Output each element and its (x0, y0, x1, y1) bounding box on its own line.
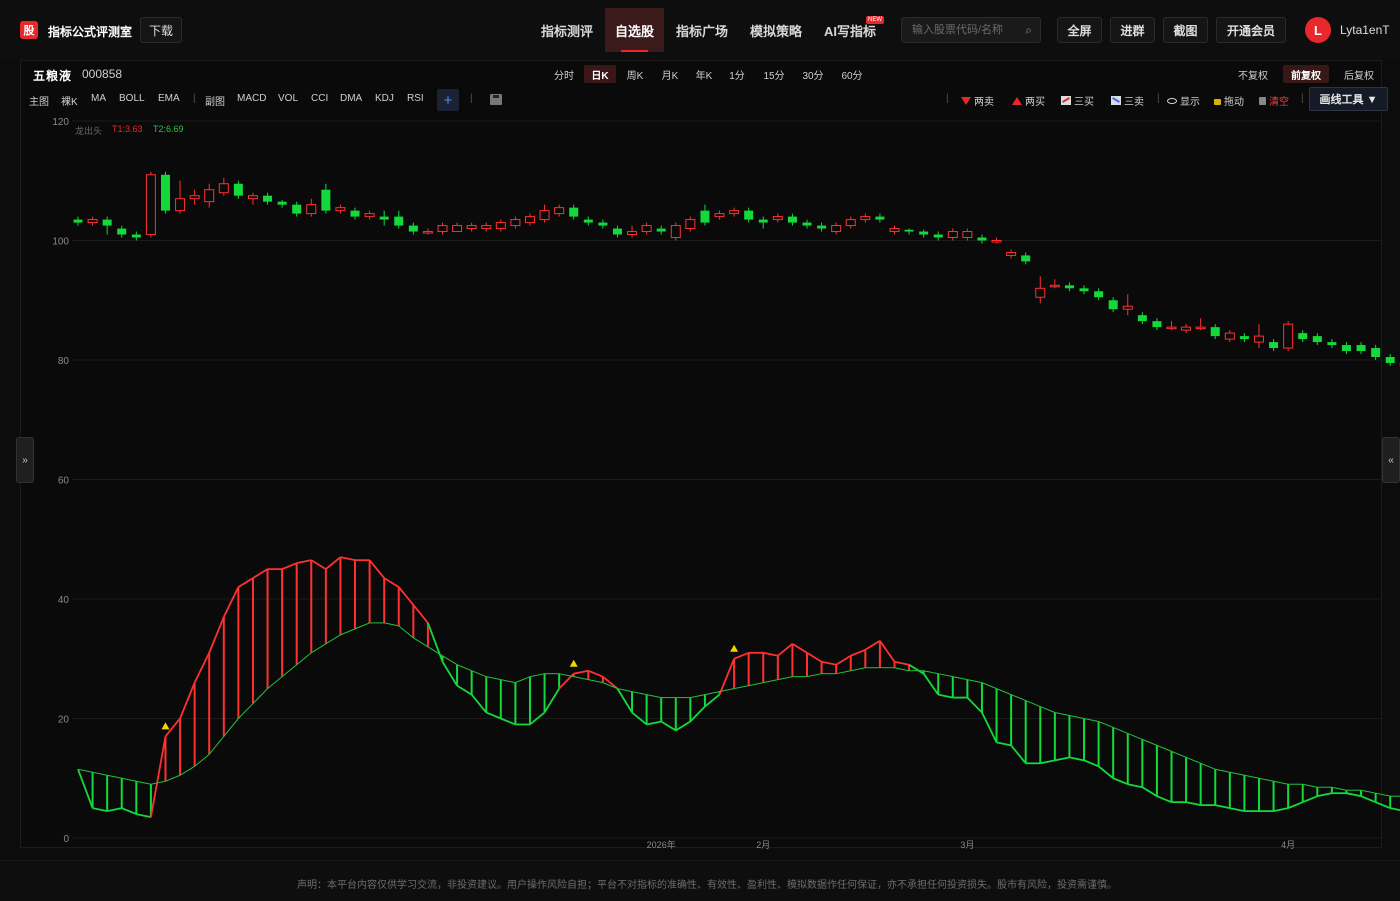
toolbar-separator: | (946, 93, 949, 104)
ind-bare-k[interactable]: 裸K (61, 93, 78, 108)
signal-three-buy[interactable]: 三买 (1061, 93, 1094, 108)
stock-search[interactable]: ⌕ (901, 17, 1041, 43)
search-icon[interactable]: ⌕ (1025, 23, 1032, 38)
signal-label: 三卖 (1124, 97, 1144, 108)
stock-name: 五粮液 (33, 69, 73, 83)
toggle-show[interactable]: 显示 (1167, 93, 1200, 108)
disclaimer-text: 声明：本平台内容仅供学习交流，非投资建议。用户操作风险自担；平台不对指标的准确性… (297, 880, 1117, 891)
adjust-none[interactable]: 不复权 (1233, 65, 1273, 83)
lock-icon (1214, 98, 1221, 105)
legend-name: 龙出头 (75, 126, 103, 136)
period-15min[interactable]: 15分 (759, 65, 789, 83)
signal-label: 拖动 (1224, 97, 1244, 108)
save-icon[interactable] (490, 94, 502, 105)
ind-rsi[interactable]: RSI (407, 93, 424, 104)
ind-vol[interactable]: VOL (278, 93, 298, 104)
ind-boll[interactable]: BOLL (119, 93, 145, 104)
ind-ema[interactable]: EMA (158, 93, 180, 104)
adjust-forward[interactable]: 前复权 (1283, 65, 1329, 83)
toolbar-separator: | (193, 93, 196, 104)
eye-icon (1167, 97, 1177, 104)
signal-two-buy[interactable]: 两买 (1012, 93, 1045, 108)
app-title: 指标公式评测室 (48, 25, 133, 39)
signal-label: 两卖 (974, 97, 994, 108)
ind-cci[interactable]: CCI (311, 93, 328, 104)
period-daily[interactable]: 日K (584, 65, 616, 83)
period-intraday[interactable]: 分时 (550, 65, 578, 83)
period-weekly[interactable]: 周K (621, 65, 649, 83)
legend-t1: T1:3.63 (112, 124, 143, 134)
signal-three-sell[interactable]: 三卖 (1111, 93, 1144, 108)
signal-label: 清空 (1269, 97, 1289, 108)
nav-ai-indicator[interactable]: AI写指标 (816, 8, 884, 52)
signal-label: 两买 (1025, 97, 1045, 108)
period-60min[interactable]: 60分 (837, 65, 867, 83)
nav-indicator-plaza[interactable]: 指标广场 (668, 8, 736, 52)
fullscreen-button[interactable]: 全屏 (1057, 17, 1102, 43)
vip-button[interactable]: 开通会员 (1216, 17, 1286, 43)
nav-indicator-review[interactable]: 指标测评 (532, 8, 602, 52)
add-indicator-button[interactable]: + (437, 89, 459, 111)
screenshot-button[interactable]: 截图 (1163, 17, 1208, 43)
new-badge: NEW (866, 16, 884, 24)
ind-macd[interactable]: MACD (237, 93, 266, 104)
nav-watchlist[interactable]: 自选股 (605, 8, 664, 52)
draw-tool-button[interactable]: 画线工具 ▼ (1309, 87, 1388, 111)
period-monthly[interactable]: 月K (656, 65, 684, 83)
clear-button[interactable]: 清空 (1259, 93, 1289, 108)
toolbar-separator: | (1157, 93, 1160, 104)
chart-panel (20, 60, 1382, 848)
join-group-button[interactable]: 进群 (1110, 17, 1155, 43)
triangle-down-icon (961, 96, 971, 105)
signal-two-sell[interactable]: 两卖 (961, 93, 994, 108)
signal-label: 三买 (1074, 97, 1094, 108)
username[interactable]: Lyta1enT (1340, 23, 1390, 37)
toolbar-separator: | (1301, 93, 1304, 104)
period-1min[interactable]: 1分 (726, 65, 748, 83)
period-30min[interactable]: 30分 (798, 65, 828, 83)
signal-label: 显示 (1180, 97, 1200, 108)
indicator-line-fast (1390, 807, 1400, 812)
logo-icon: 股 (20, 21, 38, 39)
chart-line-icon (1061, 96, 1071, 105)
ind-ma[interactable]: MA (91, 93, 106, 104)
ind-sub[interactable]: 副图 (205, 93, 225, 108)
toolbar-separator: | (470, 93, 473, 104)
trash-icon (1259, 96, 1266, 105)
toggle-drag[interactable]: 拖动 (1214, 93, 1244, 108)
nav-sim-strategy[interactable]: 模拟策略 (742, 8, 810, 52)
stock-code: 000858 (82, 67, 123, 81)
triangle-up-icon (1012, 96, 1022, 105)
chart-line-icon (1111, 96, 1121, 105)
search-input[interactable] (902, 18, 1022, 42)
footer: 声明：本平台内容仅供学习交流，非投资建议。用户操作风险自担；平台不对指标的准确性… (0, 860, 1400, 901)
candle-body (1385, 357, 1395, 363)
expand-right-button[interactable]: « (1382, 437, 1400, 483)
ind-main[interactable]: 主图 (29, 93, 49, 108)
download-button[interactable]: 下载 (140, 17, 182, 43)
legend-t2: T2:6.69 (153, 124, 184, 134)
avatar[interactable]: L (1305, 17, 1331, 43)
ind-kdj[interactable]: KDJ (375, 93, 394, 104)
adjust-backward[interactable]: 后复权 (1338, 65, 1380, 83)
ind-dma[interactable]: DMA (340, 93, 362, 104)
expand-left-button[interactable]: » (16, 437, 34, 483)
period-yearly[interactable]: 年K (690, 65, 718, 83)
